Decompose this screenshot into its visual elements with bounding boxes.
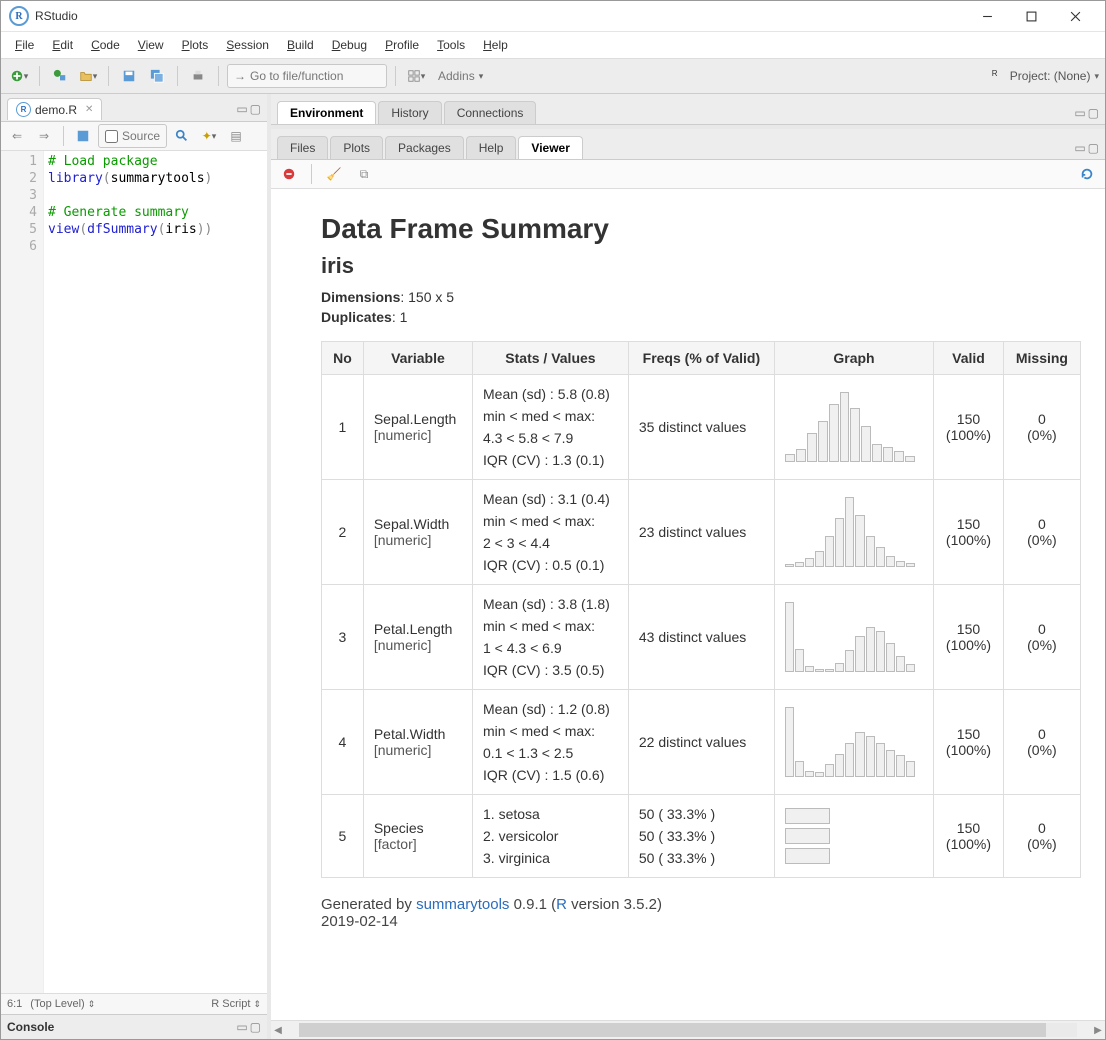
col-header: Stats / Values <box>473 342 629 375</box>
titlebar: R RStudio <box>1 1 1105 32</box>
tab-files[interactable]: Files <box>277 136 328 159</box>
tab-plots[interactable]: Plots <box>330 136 383 159</box>
forward-icon[interactable]: ⇒ <box>32 124 56 148</box>
tab-packages[interactable]: Packages <box>385 136 464 159</box>
rstudio-icon: R <box>9 6 29 26</box>
editor-code[interactable]: # Load packagelibrary(summarytools) # Ge… <box>44 151 216 993</box>
minimize-pane-icon[interactable]: ▭ <box>236 102 247 116</box>
summarytools-link[interactable]: summarytools <box>416 896 509 913</box>
minimize-console-icon[interactable]: ▭ <box>236 1020 247 1034</box>
menu-file[interactable]: File <box>7 36 42 54</box>
menu-code[interactable]: Code <box>83 36 128 54</box>
menubar: FileEditCodeViewPlotsSessionBuildDebugPr… <box>1 32 1105 59</box>
col-header: Freqs (% of Valid) <box>628 342 774 375</box>
duplicates-line: Duplicates: 1 <box>321 309 1081 325</box>
summary-title: Data Frame Summary <box>321 213 1081 245</box>
goto-arrow-icon: → <box>234 69 246 83</box>
new-project-button[interactable] <box>48 64 72 88</box>
summary-table: NoVariableStats / ValuesFreqs (% of Vali… <box>321 341 1081 878</box>
footer-generated: Generated by summarytools 0.9.1 (R versi… <box>321 896 1081 930</box>
viewer-content[interactable]: Data Frame Summary iris Dimensions: 150 … <box>271 189 1105 1020</box>
source-on-save[interactable]: Source <box>98 124 167 148</box>
editor-tab-demo[interactable]: R demo.R ✕ <box>7 98 102 120</box>
menu-session[interactable]: Session <box>218 36 277 54</box>
tab-connections[interactable]: Connections <box>444 101 537 124</box>
maximize-pane-icon[interactable]: ▢ <box>250 102 261 116</box>
find-icon[interactable] <box>170 124 194 148</box>
editor-tab-label: demo.R <box>35 103 77 117</box>
refresh-icon[interactable] <box>1075 162 1099 186</box>
r-link[interactable]: R <box>556 896 567 913</box>
menu-tools[interactable]: Tools <box>429 36 473 54</box>
back-icon[interactable]: ⇐ <box>5 124 29 148</box>
tab-help[interactable]: Help <box>466 136 517 159</box>
wand-icon[interactable]: ✦▾ <box>197 124 221 148</box>
col-header: No <box>322 342 364 375</box>
menu-profile[interactable]: Profile <box>377 36 427 54</box>
menu-edit[interactable]: Edit <box>44 36 81 54</box>
save-button[interactable] <box>117 64 141 88</box>
minimize-button[interactable] <box>965 2 1009 30</box>
grid-button[interactable]: ▾ <box>404 64 428 88</box>
maximize-pane-icon[interactable]: ▢ <box>1088 106 1099 120</box>
r-file-icon: R <box>16 102 31 117</box>
horizontal-scrollbar[interactable]: ◀ ▶ <box>271 1020 1105 1039</box>
close-button[interactable] <box>1053 2 1097 30</box>
project-label[interactable]: Project: (None) <box>1010 69 1091 83</box>
menu-debug[interactable]: Debug <box>324 36 375 54</box>
cursor-position: 6:1 <box>7 998 22 1010</box>
col-header: Missing <box>1003 342 1080 375</box>
editor-gutter: 123456 <box>1 151 44 993</box>
tab-viewer[interactable]: Viewer <box>518 136 582 159</box>
save-all-button[interactable] <box>145 64 169 88</box>
goto-file-function[interactable]: → Go to file/function <box>227 64 387 88</box>
table-row: 5Species[factor]1. setosa2. versicolor3.… <box>322 795 1081 878</box>
scope-selector[interactable]: (Top Level) ⇕ <box>30 998 95 1010</box>
maximize-pane-icon[interactable]: ▢ <box>1088 141 1099 155</box>
viewer-toolbar: 🧹 ⧉ <box>271 160 1105 189</box>
col-header: Variable <box>363 342 472 375</box>
clear-icon[interactable]: 🧹 <box>322 162 346 186</box>
top-right-pane-tabs: EnvironmentHistoryConnections ▭ ▢ <box>271 94 1105 125</box>
table-row: 2Sepal.Width[numeric]Mean (sd) : 3.1 (0.… <box>322 480 1081 585</box>
menu-view[interactable]: View <box>130 36 172 54</box>
editor-status: 6:1 (Top Level) ⇕ R Script ⇕ <box>1 993 267 1014</box>
goto-placeholder: Go to file/function <box>250 69 380 83</box>
console-tab[interactable]: Console ▭ ▢ <box>1 1014 267 1039</box>
new-file-button[interactable]: ▾ <box>7 64 31 88</box>
close-tab-icon[interactable]: ✕ <box>85 104 93 115</box>
menu-help[interactable]: Help <box>475 36 516 54</box>
tab-history[interactable]: History <box>378 101 441 124</box>
open-file-button[interactable]: ▾ <box>76 64 100 88</box>
save-file-icon[interactable] <box>71 124 95 148</box>
menu-plots[interactable]: Plots <box>174 36 217 54</box>
project-icon: R <box>992 69 1006 83</box>
editor-tabs: R demo.R ✕ ▭ ▢ <box>1 94 267 122</box>
footer-date: 2019-02-14 <box>321 913 1081 930</box>
col-header: Valid <box>934 342 1004 375</box>
table-row: 4Petal.Width[numeric]Mean (sd) : 1.2 (0.… <box>322 690 1081 795</box>
dimensions-line: Dimensions: 150 x 5 <box>321 289 1081 305</box>
editor-toolbar: ⇐ ⇒ Source ✦▾ ▤ <box>1 122 267 151</box>
minimize-pane-icon[interactable]: ▭ <box>1074 141 1085 155</box>
maximize-button[interactable] <box>1009 2 1053 30</box>
print-button[interactable] <box>186 64 210 88</box>
table-row: 1Sepal.Length[numeric]Mean (sd) : 5.8 (0… <box>322 375 1081 480</box>
addins-menu[interactable]: Addins ▾ <box>432 65 489 87</box>
language-selector[interactable]: R Script ⇕ <box>211 998 261 1010</box>
table-row: 3Petal.Length[numeric]Mean (sd) : 3.8 (1… <box>322 585 1081 690</box>
main-toolbar: ▾ ▾ → Go to file/function ▾ Addins ▾ R P… <box>1 59 1105 94</box>
minimize-pane-icon[interactable]: ▭ <box>1074 106 1085 120</box>
maximize-console-icon[interactable]: ▢ <box>250 1020 261 1034</box>
bottom-right-pane-tabs: FilesPlotsPackagesHelpViewer ▭ ▢ <box>271 125 1105 160</box>
summary-subtitle: iris <box>321 253 1081 279</box>
menu-build[interactable]: Build <box>279 36 322 54</box>
col-header: Graph <box>774 342 933 375</box>
report-icon[interactable]: ▤ <box>224 124 248 148</box>
tab-environment[interactable]: Environment <box>277 101 376 124</box>
window-title: RStudio <box>35 9 78 23</box>
stop-icon[interactable] <box>277 162 301 186</box>
export-icon[interactable]: ⧉ <box>352 162 376 186</box>
